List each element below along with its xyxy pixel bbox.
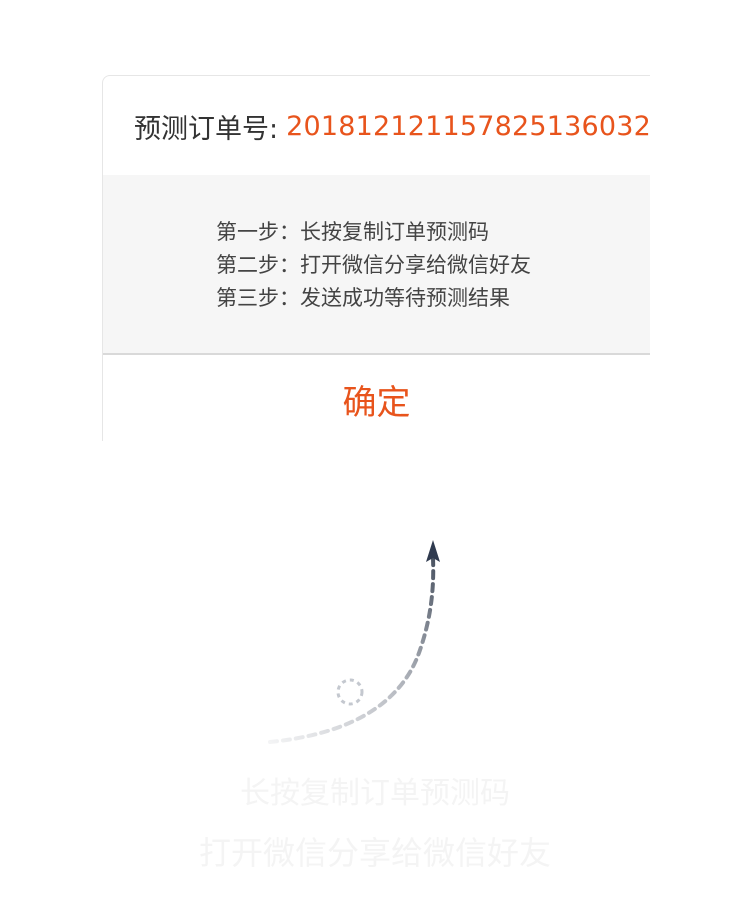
- order-number-value[interactable]: 20181212115782513603​20: [286, 111, 650, 142]
- step-2-text: 第二步：打开微信分享给微信好友: [216, 253, 531, 277]
- order-number-label: 预测订单号:: [134, 113, 279, 145]
- confirm-button[interactable]: 确定: [103, 357, 650, 441]
- order-number-row: 预测订单号: 20181212115782513603​20: [103, 76, 650, 176]
- step-3-text: 第三步：发送成功等待预测结果: [216, 286, 510, 310]
- hint-text-2: 打开微信分享给微信好友: [198, 834, 551, 872]
- step-1-text: 第一步：长按复制订单预测码: [216, 220, 489, 244]
- hint-text-1: 长按复制订单预测码: [240, 776, 510, 811]
- instructions-panel: 第一步：长按复制订单预测码 第二步：打开微信分享给微信好友 第三步：发送成功等待…: [103, 175, 650, 355]
- long-press-arrow-icon: [268, 540, 440, 744]
- order-dialog: 预测订单号: 20181212115782513603​20 第一步：长按复制订…: [102, 75, 650, 441]
